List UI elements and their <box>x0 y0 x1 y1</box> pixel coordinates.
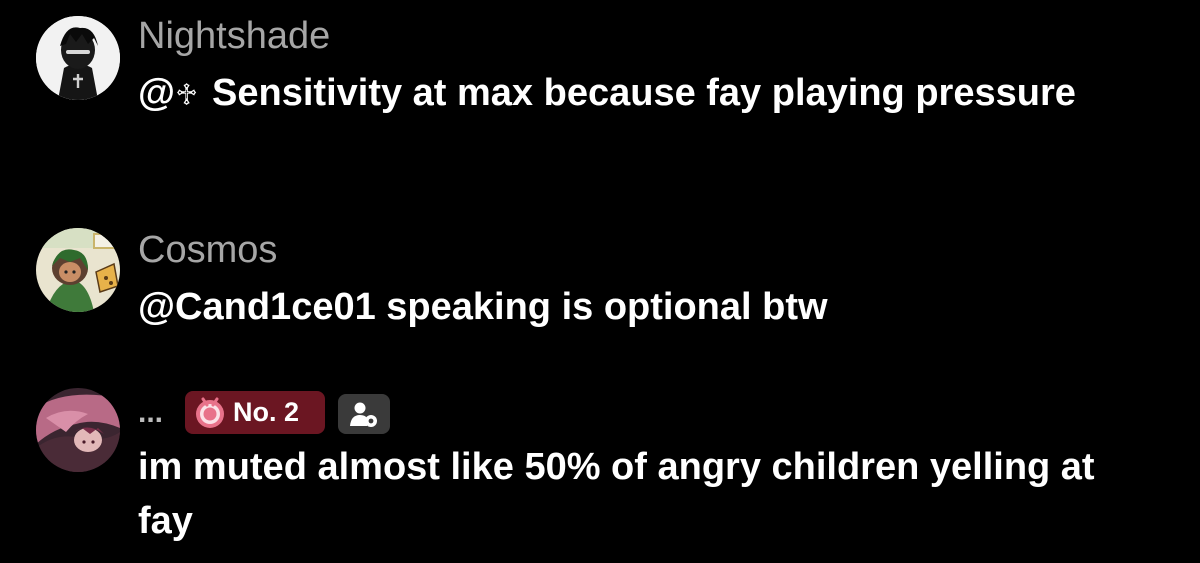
green-character-avatar-icon <box>36 228 120 312</box>
rank-badge[interactable]: No. 2 <box>185 391 325 434</box>
rank-label: No. 2 <box>233 397 300 427</box>
comment-body: speaking is optional btw <box>375 286 828 328</box>
avatar[interactable] <box>36 388 120 472</box>
user-settings-icon <box>350 402 377 427</box>
medal-icon <box>196 397 224 428</box>
comment-item-3: ... No. 2 im muted almost like 50% of an… <box>0 0 1200 542</box>
username[interactable]: Cosmos <box>138 228 277 272</box>
username[interactable]: ... <box>138 398 163 428</box>
pink-character-avatar-icon <box>36 388 120 472</box>
mention-link[interactable]: @Cand1ce01 <box>138 286 376 328</box>
user-badge[interactable] <box>338 394 390 434</box>
comment-text: @Cand1ce01 speaking is optional btw <box>138 280 1138 334</box>
comment-text: im muted almost like 50% of angry childr… <box>138 446 1095 542</box>
avatar[interactable] <box>36 228 120 312</box>
